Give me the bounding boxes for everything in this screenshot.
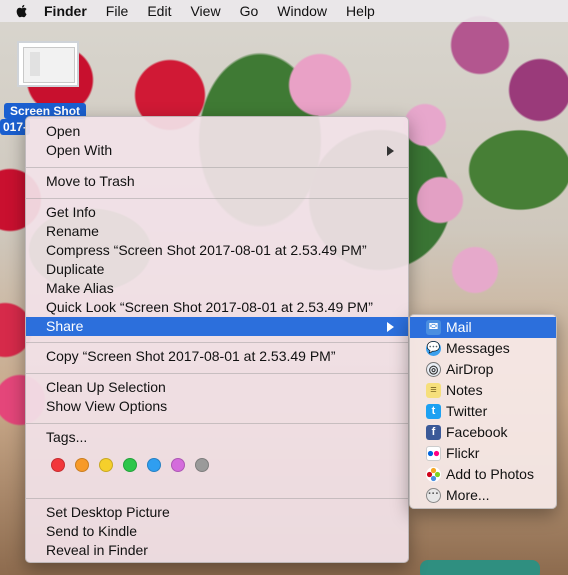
menu-item-label: Open With [46, 142, 113, 158]
tag-red[interactable] [51, 458, 65, 472]
share-item-flickr[interactable]: Flickr [410, 443, 556, 464]
twitter-icon: t [426, 404, 441, 419]
messages-icon: 💬 [426, 341, 441, 356]
share-item-twitter[interactable]: t Twitter [410, 401, 556, 422]
context-menu: Open Open With Move to Trash Get Info Re… [25, 116, 409, 563]
flickr-icon [426, 446, 441, 461]
share-item-facebook[interactable]: f Facebook [410, 422, 556, 443]
menu-item-rename[interactable]: Rename [26, 222, 408, 241]
menu-item-duplicate[interactable]: Duplicate [26, 260, 408, 279]
mail-icon: ✉ [426, 320, 441, 335]
menu-separator [26, 167, 408, 168]
wallpaper-detail [420, 560, 540, 575]
share-item-label: Mail [446, 319, 472, 335]
tag-purple[interactable] [171, 458, 185, 472]
menu-bar: Finder File Edit View Go Window Help [0, 0, 568, 22]
submenu-arrow-icon [387, 322, 394, 332]
submenu-arrow-icon [387, 146, 394, 156]
menu-separator [26, 423, 408, 424]
share-item-label: AirDrop [446, 361, 494, 377]
menu-go[interactable]: Go [240, 3, 259, 19]
menu-item-open-with[interactable]: Open With [26, 141, 408, 160]
menu-item-open[interactable]: Open [26, 122, 408, 141]
menu-file[interactable]: File [106, 3, 129, 19]
menu-help[interactable]: Help [346, 3, 375, 19]
notes-icon: ≡ [426, 383, 441, 398]
menu-view[interactable]: View [190, 3, 220, 19]
menu-finder[interactable]: Finder [44, 3, 87, 19]
tag-orange[interactable] [75, 458, 89, 472]
share-submenu: ✉ Mail 💬 Messages ◎ AirDrop ≡ Notes t Tw… [409, 314, 557, 509]
tag-gray[interactable] [195, 458, 209, 472]
screenshot-file-icon[interactable] [17, 41, 79, 87]
share-item-mail[interactable]: ✉ Mail [410, 317, 556, 338]
photos-icon [426, 467, 441, 482]
menu-item-tags[interactable]: Tags... [26, 428, 408, 447]
share-item-notes[interactable]: ≡ Notes [410, 380, 556, 401]
menu-item-quick-look[interactable]: Quick Look “Screen Shot 2017-08-01 at 2.… [26, 298, 408, 317]
share-item-messages[interactable]: 💬 Messages [410, 338, 556, 359]
menu-window[interactable]: Window [277, 3, 327, 19]
menu-edit[interactable]: Edit [147, 3, 171, 19]
apple-icon[interactable] [14, 3, 30, 19]
airdrop-icon: ◎ [426, 362, 441, 377]
menu-item-get-info[interactable]: Get Info [26, 203, 408, 222]
menu-separator [26, 342, 408, 343]
menu-item-compress[interactable]: Compress “Screen Shot 2017-08-01 at 2.53… [26, 241, 408, 260]
menu-item-clean-up[interactable]: Clean Up Selection [26, 378, 408, 397]
facebook-icon: f [426, 425, 441, 440]
share-item-label: Messages [446, 340, 510, 356]
menu-item-set-desktop-picture[interactable]: Set Desktop Picture [26, 503, 408, 522]
share-item-label: Facebook [446, 424, 508, 440]
more-icon: ··· [426, 488, 441, 503]
tag-blue[interactable] [147, 458, 161, 472]
file-thumbnail [23, 47, 75, 83]
menu-item-share[interactable]: Share [26, 317, 408, 336]
menu-item-make-alias[interactable]: Make Alias [26, 279, 408, 298]
menu-item-move-to-trash[interactable]: Move to Trash [26, 172, 408, 191]
menu-item-label: Share [46, 318, 84, 334]
tag-green[interactable] [123, 458, 137, 472]
share-item-label: Flickr [446, 445, 480, 461]
share-item-label: Twitter [446, 403, 488, 419]
menu-item-copy[interactable]: Copy “Screen Shot 2017-08-01 at 2.53.49 … [26, 347, 408, 366]
share-item-more[interactable]: ··· More... [410, 485, 556, 506]
menu-separator [26, 198, 408, 199]
share-item-label: More... [446, 487, 490, 503]
share-item-airdrop[interactable]: ◎ AirDrop [410, 359, 556, 380]
menu-separator [26, 373, 408, 374]
tag-yellow[interactable] [99, 458, 113, 472]
menu-item-reveal-in-finder[interactable]: Reveal in Finder [26, 541, 408, 560]
share-item-label: Add to Photos [446, 466, 534, 482]
share-item-add-to-photos[interactable]: Add to Photos [410, 464, 556, 485]
share-item-label: Notes [446, 382, 483, 398]
menu-item-send-to-kindle[interactable]: Send to Kindle [26, 522, 408, 541]
menu-item-view-options[interactable]: Show View Options [26, 397, 408, 416]
menu-separator [26, 498, 408, 499]
